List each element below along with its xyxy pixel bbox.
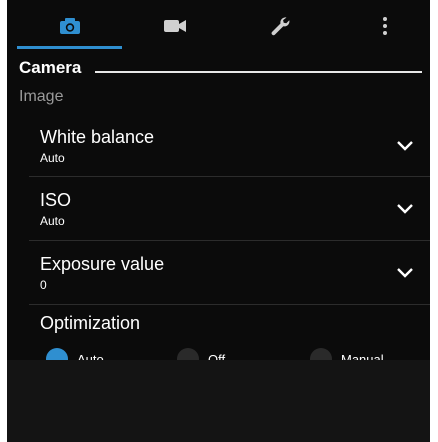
camera-icon — [59, 18, 80, 34]
radio-auto-label: Auto — [77, 352, 104, 360]
radio-auto[interactable] — [46, 348, 68, 360]
chevron-down-icon — [397, 141, 413, 151]
tab-tools[interactable] — [227, 0, 332, 52]
chevron-down-icon — [397, 204, 413, 214]
wrench-icon — [271, 17, 289, 36]
white-balance-value: Auto — [40, 151, 65, 165]
camera-settings-panel: Camera Image White balance Auto ISO Auto… — [7, 0, 430, 442]
tab-more[interactable] — [332, 0, 430, 52]
tab-camera[interactable] — [17, 0, 122, 52]
settings-tab-bar — [7, 0, 430, 52]
divider — [29, 176, 430, 177]
iso-value: Auto — [40, 214, 65, 228]
divider — [29, 240, 430, 241]
exposure-value-label: Exposure value — [40, 254, 165, 274]
white-balance-label: White balance — [40, 127, 155, 147]
optimization-radio-group: Auto Off Manual — [7, 344, 430, 360]
section-title: Camera — [19, 58, 82, 77]
chevron-down-icon — [397, 268, 413, 278]
active-tab-indicator — [17, 46, 122, 49]
iso-label: ISO — [40, 190, 72, 210]
bottom-fade-area — [7, 360, 430, 442]
radio-off[interactable] — [177, 348, 199, 360]
radio-manual[interactable] — [310, 348, 332, 360]
optimization-label: Optimization — [40, 313, 141, 333]
image-subheader: Image — [19, 88, 64, 105]
exposure-value-value: 0 — [40, 278, 47, 292]
iso-setting[interactable]: ISO Auto — [29, 190, 429, 250]
radio-off-label: Off — [208, 352, 226, 360]
exposure-value-setting[interactable]: Exposure value 0 — [29, 254, 429, 314]
more-vertical-icon — [382, 17, 387, 35]
tab-video[interactable] — [122, 0, 227, 52]
white-balance-setting[interactable]: White balance Auto — [29, 127, 429, 187]
section-title-underline — [95, 71, 422, 73]
divider — [29, 304, 430, 305]
video-camera-icon — [163, 20, 186, 32]
radio-manual-label: Manual — [341, 352, 384, 360]
